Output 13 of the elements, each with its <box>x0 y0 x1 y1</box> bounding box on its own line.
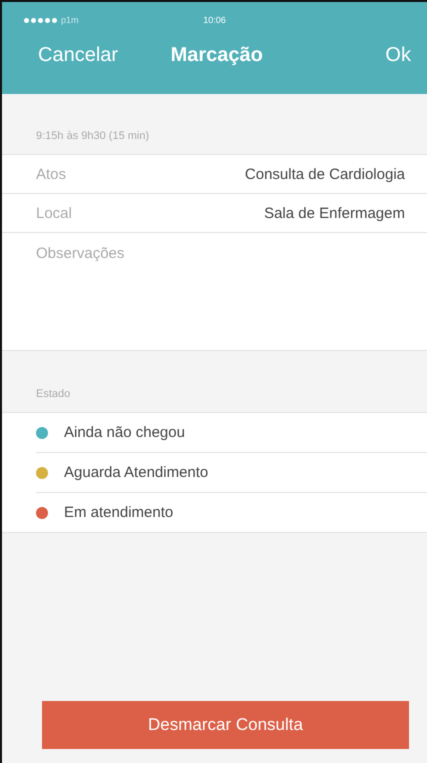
field-row[interactable]: Local Sala de Enfermagem <box>2 194 427 233</box>
status-time: 10:06 <box>203 15 226 25</box>
screen-title: Marcação <box>170 44 263 66</box>
unbook-button[interactable]: Desmarcar Consulta <box>42 701 409 749</box>
status-option[interactable]: Em atendimento <box>64 504 174 521</box>
status-option[interactable]: Ainda não chegou <box>64 424 185 441</box>
carrier-name: p1m <box>61 15 79 25</box>
status-option[interactable]: Aguarda Atendimento <box>64 464 208 481</box>
field-row[interactable]: Atos Consulta de Cardiologia <box>2 154 427 194</box>
signal-icon <box>24 18 57 22</box>
section-heading: Estado <box>36 388 70 400</box>
notes-field[interactable]: Observações <box>2 233 427 351</box>
time-range: 9:15h às 9h30 (15 min) <box>36 130 150 142</box>
